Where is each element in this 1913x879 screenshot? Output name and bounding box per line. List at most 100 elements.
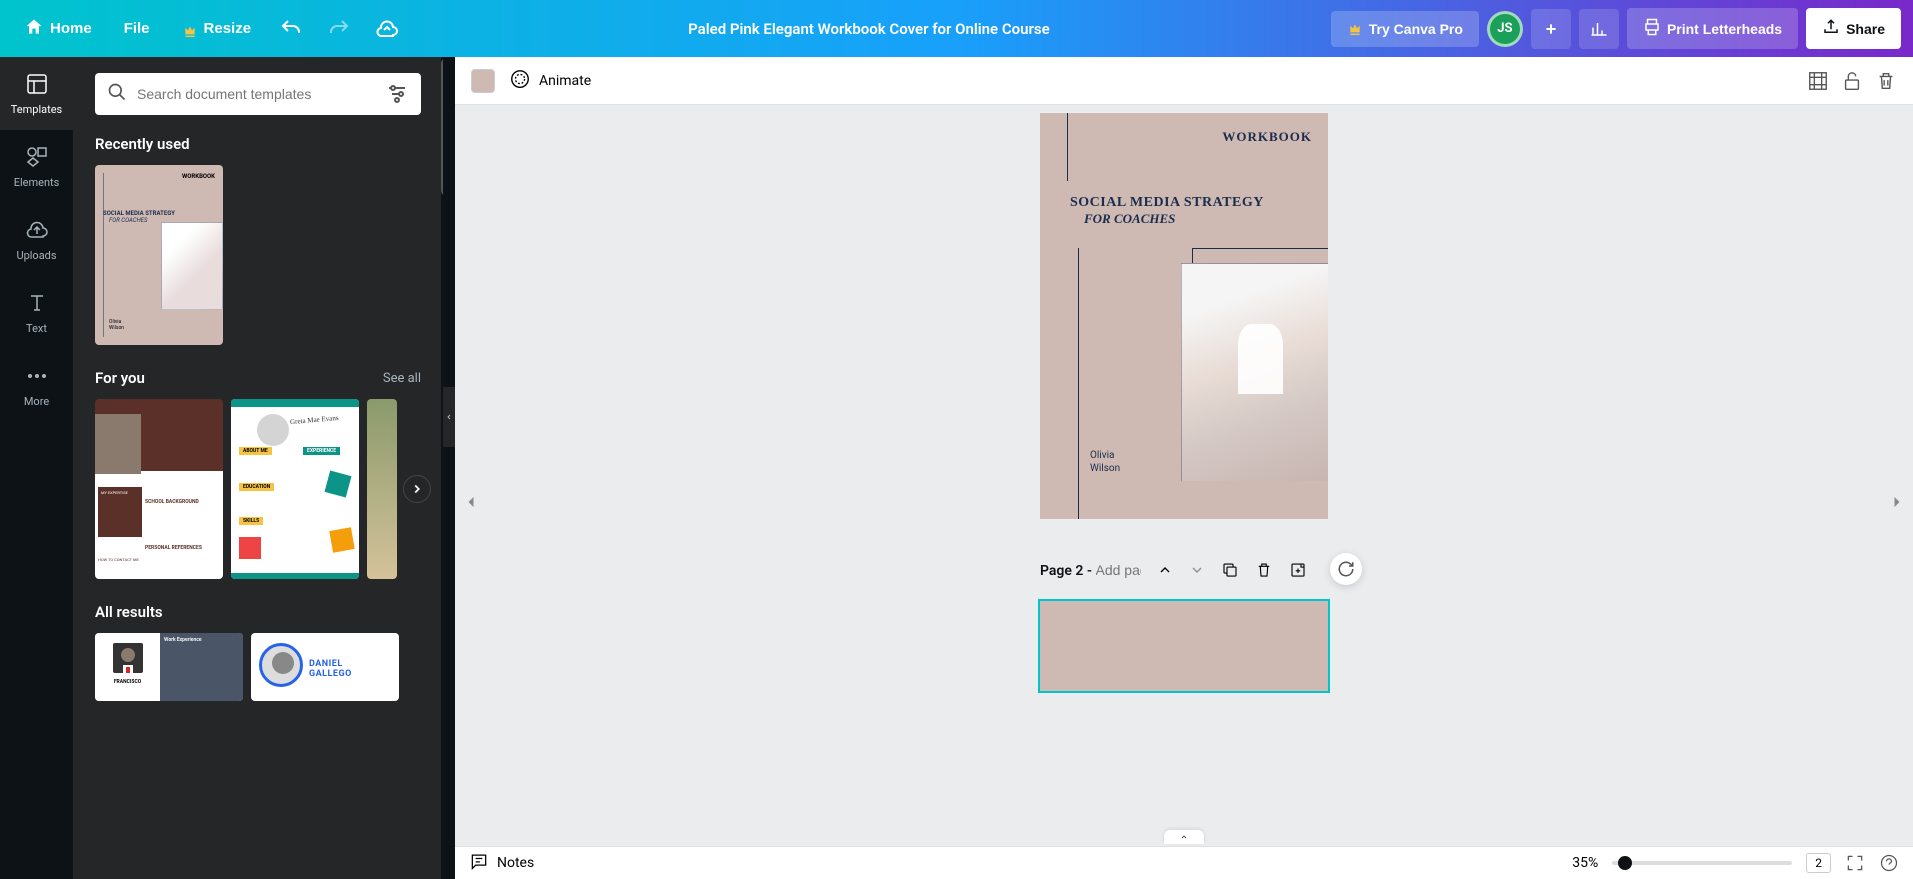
page-sub-title: FOR COACHES	[1084, 211, 1312, 227]
duplicate-page-button[interactable]	[1221, 561, 1239, 579]
bottom-bar: Notes 35% 2	[455, 846, 1913, 879]
card-color-bar	[239, 537, 261, 559]
page-workbook-label: WORKBOOK	[1056, 129, 1312, 145]
print-icon	[1643, 18, 1661, 39]
recent-card-workbook: WORKBOOK	[103, 173, 215, 180]
insights-button[interactable]	[1579, 9, 1619, 49]
recent-card-line	[103, 173, 104, 337]
sidebar-tab-uploads[interactable]: Uploads	[0, 203, 73, 276]
add-page-button[interactable]	[1289, 561, 1307, 579]
file-label: File	[124, 20, 150, 37]
canvas-next-button[interactable]	[1887, 492, 1907, 512]
page-image-person	[1238, 324, 1283, 394]
template-card-daniel[interactable]: DANIEL GALLEGO	[251, 633, 399, 701]
home-label: Home	[50, 20, 92, 37]
elements-label: Elements	[14, 176, 60, 189]
crown-icon	[182, 21, 198, 37]
expand-pages-button[interactable]	[1164, 830, 1204, 844]
page-number-label: Page 2 -	[1040, 562, 1141, 579]
undo-button[interactable]	[279, 17, 303, 41]
try-pro-button[interactable]: Try Canva Pro	[1331, 11, 1479, 47]
animate-button[interactable]: Animate	[509, 68, 591, 94]
add-member-button[interactable]	[1531, 9, 1571, 49]
card-right-panel: Work Experience	[160, 633, 243, 701]
card-section-edu: EDUCATION	[239, 483, 274, 491]
panel-scrollbar-thumb[interactable]	[441, 57, 443, 197]
section-title-for-you: For you See all	[95, 369, 421, 387]
elements-icon	[25, 145, 49, 172]
print-label: Print Letterheads	[1667, 21, 1782, 37]
card-accent-bar	[231, 399, 359, 407]
card-avatar-daniel	[259, 643, 303, 687]
panel-collapse-button[interactable]	[443, 387, 455, 447]
user-avatar[interactable]: JS	[1487, 11, 1523, 47]
home-button[interactable]: Home	[12, 9, 104, 49]
templates-label: Templates	[11, 103, 62, 116]
search-filter-icon[interactable]	[385, 82, 409, 106]
fullscreen-button[interactable]	[1845, 853, 1865, 873]
template-card-rufus[interactable]: RUFUS STEWART RELEVANT EXPERIENCE SCHOOL…	[95, 399, 223, 579]
page-main-title: SOCIAL MEDIA STRATEGY	[1070, 195, 1312, 211]
page-color-swatch[interactable]	[471, 69, 495, 93]
delete-page-button[interactable]	[1255, 561, 1273, 579]
position-button[interactable]	[1807, 70, 1829, 92]
notes-label: Notes	[497, 855, 534, 871]
redo-button[interactable]	[327, 17, 351, 41]
cloud-sync-icon[interactable]	[375, 17, 399, 41]
search-input[interactable]	[137, 86, 375, 102]
page-1[interactable]: WORKBOOK SOCIAL MEDIA STRATEGY FOR COACH…	[1040, 113, 1328, 519]
search-wrap	[95, 73, 421, 115]
templates-panel: Recently used WORKBOOK SOCIAL MEDIA STRA…	[73, 57, 443, 879]
card-expertise-box: MY EXPERTISE	[98, 487, 142, 537]
share-icon	[1822, 18, 1840, 39]
page-2[interactable]	[1040, 601, 1328, 691]
recent-card-author: Olivia Wilson	[109, 319, 124, 331]
page-count-badge[interactable]: 2	[1806, 853, 1831, 873]
zoom-value[interactable]: 35%	[1572, 855, 1598, 871]
sidebar-tab-templates[interactable]: Templates	[0, 57, 73, 130]
refresh-page-button[interactable]	[1330, 553, 1362, 585]
page-down-button[interactable]	[1189, 562, 1205, 578]
template-card-greta[interactable]: Greta Mae Evans ABOUT ME EXPERIENCE EDUC…	[231, 399, 359, 579]
zoom-slider-thumb[interactable]	[1618, 856, 1632, 870]
panel-scrollbar[interactable]	[441, 57, 443, 879]
card-book-decoration	[325, 471, 352, 498]
page-tools-bar: Page 2 -	[1040, 557, 1328, 583]
resize-button[interactable]: Resize	[170, 12, 264, 45]
document-title[interactable]: Paled Pink Elegant Workbook Cover for On…	[415, 20, 1323, 38]
see-all-link[interactable]: See all	[383, 371, 421, 386]
notes-button[interactable]: Notes	[469, 851, 534, 875]
canvas-prev-button[interactable]	[461, 492, 481, 512]
search-icon	[107, 82, 127, 106]
template-card-nature[interactable]	[367, 399, 397, 579]
more-icon	[25, 364, 49, 391]
page-decoration-line	[1192, 248, 1193, 263]
templates-icon	[25, 72, 49, 99]
card-work-exp-label: Work Experience	[164, 637, 239, 643]
print-button[interactable]: Print Letterheads	[1627, 8, 1798, 49]
carousel-next-button[interactable]	[403, 475, 431, 503]
zoom-slider[interactable]	[1612, 861, 1792, 865]
canvas-scroll[interactable]: WORKBOOK SOCIAL MEDIA STRATEGY FOR COACH…	[455, 105, 1913, 879]
canvas-area: Animate WORKBOOK SOCIAL MEDIA STRATEGY F…	[455, 57, 1913, 879]
recent-template-card[interactable]: WORKBOOK SOCIAL MEDIA STRATEGY FOR COACH…	[95, 165, 223, 345]
page-decoration-line	[1192, 248, 1328, 249]
animate-icon	[509, 68, 531, 94]
home-icon	[24, 17, 44, 41]
card-section-skills: SKILLS	[239, 517, 263, 525]
file-menu[interactable]: File	[112, 12, 162, 45]
share-button[interactable]: Share	[1806, 8, 1901, 49]
help-button[interactable]	[1879, 853, 1899, 873]
text-icon	[25, 291, 49, 318]
lock-button[interactable]	[1841, 70, 1863, 92]
sidebar-tab-text[interactable]: Text	[0, 276, 73, 349]
page-up-button[interactable]	[1157, 562, 1173, 578]
card-section-exp: EXPERIENCE	[303, 447, 340, 455]
recent-card-image	[161, 222, 223, 310]
sidebar-tab-elements[interactable]: Elements	[0, 130, 73, 203]
card-accent-bottom	[231, 573, 359, 579]
sidebar-tab-more[interactable]: More	[0, 349, 73, 422]
delete-button[interactable]	[1875, 70, 1897, 92]
page-title-input[interactable]	[1096, 562, 1141, 578]
template-card-francisco[interactable]: FRANCISCO Work Experience	[95, 633, 243, 701]
